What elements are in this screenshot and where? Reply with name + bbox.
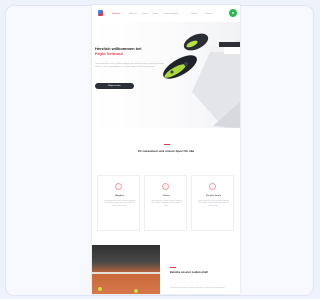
nav-item-gallery[interactable]: Galerie — [191, 13, 197, 15]
feature-title: Für den Verein — [205, 195, 222, 197]
nav-item-courses[interactable]: Kurse — [142, 13, 147, 15]
hero-title-brand: Paybi Verbund — [95, 51, 123, 56]
membership-icon — [115, 183, 122, 190]
feature-card-membership[interactable]: Mitglied Lorem ipsum dolor sit amet, con… — [97, 175, 140, 231]
join-button[interactable]: Mitglied werden — [95, 83, 134, 89]
logo-icon[interactable] — [98, 10, 103, 16]
website-preview: Startseite Über uns Kurse Trainer Verans… — [92, 5, 240, 294]
racket-shoe-image — [163, 33, 240, 128]
section-accent-bar — [164, 144, 170, 145]
section-title: Fit zusammen und unsere Sport für alle — [137, 149, 195, 153]
nav-item-trainers[interactable]: Trainer — [152, 13, 158, 15]
nav-item-contact[interactable]: Kontakt — [205, 13, 212, 15]
hero-section: Herzlich willkommen bei Paybi Verbund Lo… — [92, 22, 240, 128]
nav-item-about[interactable]: Über uns — [129, 13, 137, 15]
bottom-accent-bar — [170, 267, 176, 268]
bottom-text: Lorem ipsum dolor sit amet, consetetur s… — [170, 288, 225, 289]
feature-text: Lorem ipsum dolor sit amet, consetetur s… — [151, 201, 182, 207]
hero-description: Lorem ipsum dolor sit amet, consetetur s… — [95, 64, 164, 68]
user-icon[interactable]: ● — [229, 9, 237, 17]
feature-title: Kurse — [163, 195, 170, 197]
feature-text: Lorem ipsum dolor sit amet, consetetur s… — [104, 201, 135, 207]
court-photo — [92, 245, 160, 294]
feature-text: Lorem ipsum dolor sit amet, consetetur s… — [198, 201, 229, 207]
club-icon — [209, 183, 216, 190]
courses-icon — [162, 183, 169, 190]
nav-item-home[interactable]: Startseite — [112, 13, 120, 15]
nav-item-events[interactable]: Veranstaltungen — [164, 13, 178, 15]
hero-title: Herzlich willkommen bei Paybi Verbund — [95, 46, 185, 56]
feature-card-courses[interactable]: Kurse Lorem ipsum dolor sit amet, conset… — [144, 175, 187, 231]
tennis-ball-icon — [98, 287, 102, 291]
feature-card-club[interactable]: Für den Verein Lorem ipsum dolor sit ame… — [191, 175, 234, 231]
top-navigation: Startseite Über uns Kurse Trainer Verans… — [92, 5, 240, 22]
feature-title: Mitglied — [115, 195, 124, 197]
bottom-title: Betreibe unseren Leidenschaft — [170, 271, 208, 274]
tennis-ball-icon — [134, 289, 138, 293]
court-net — [92, 272, 160, 274]
